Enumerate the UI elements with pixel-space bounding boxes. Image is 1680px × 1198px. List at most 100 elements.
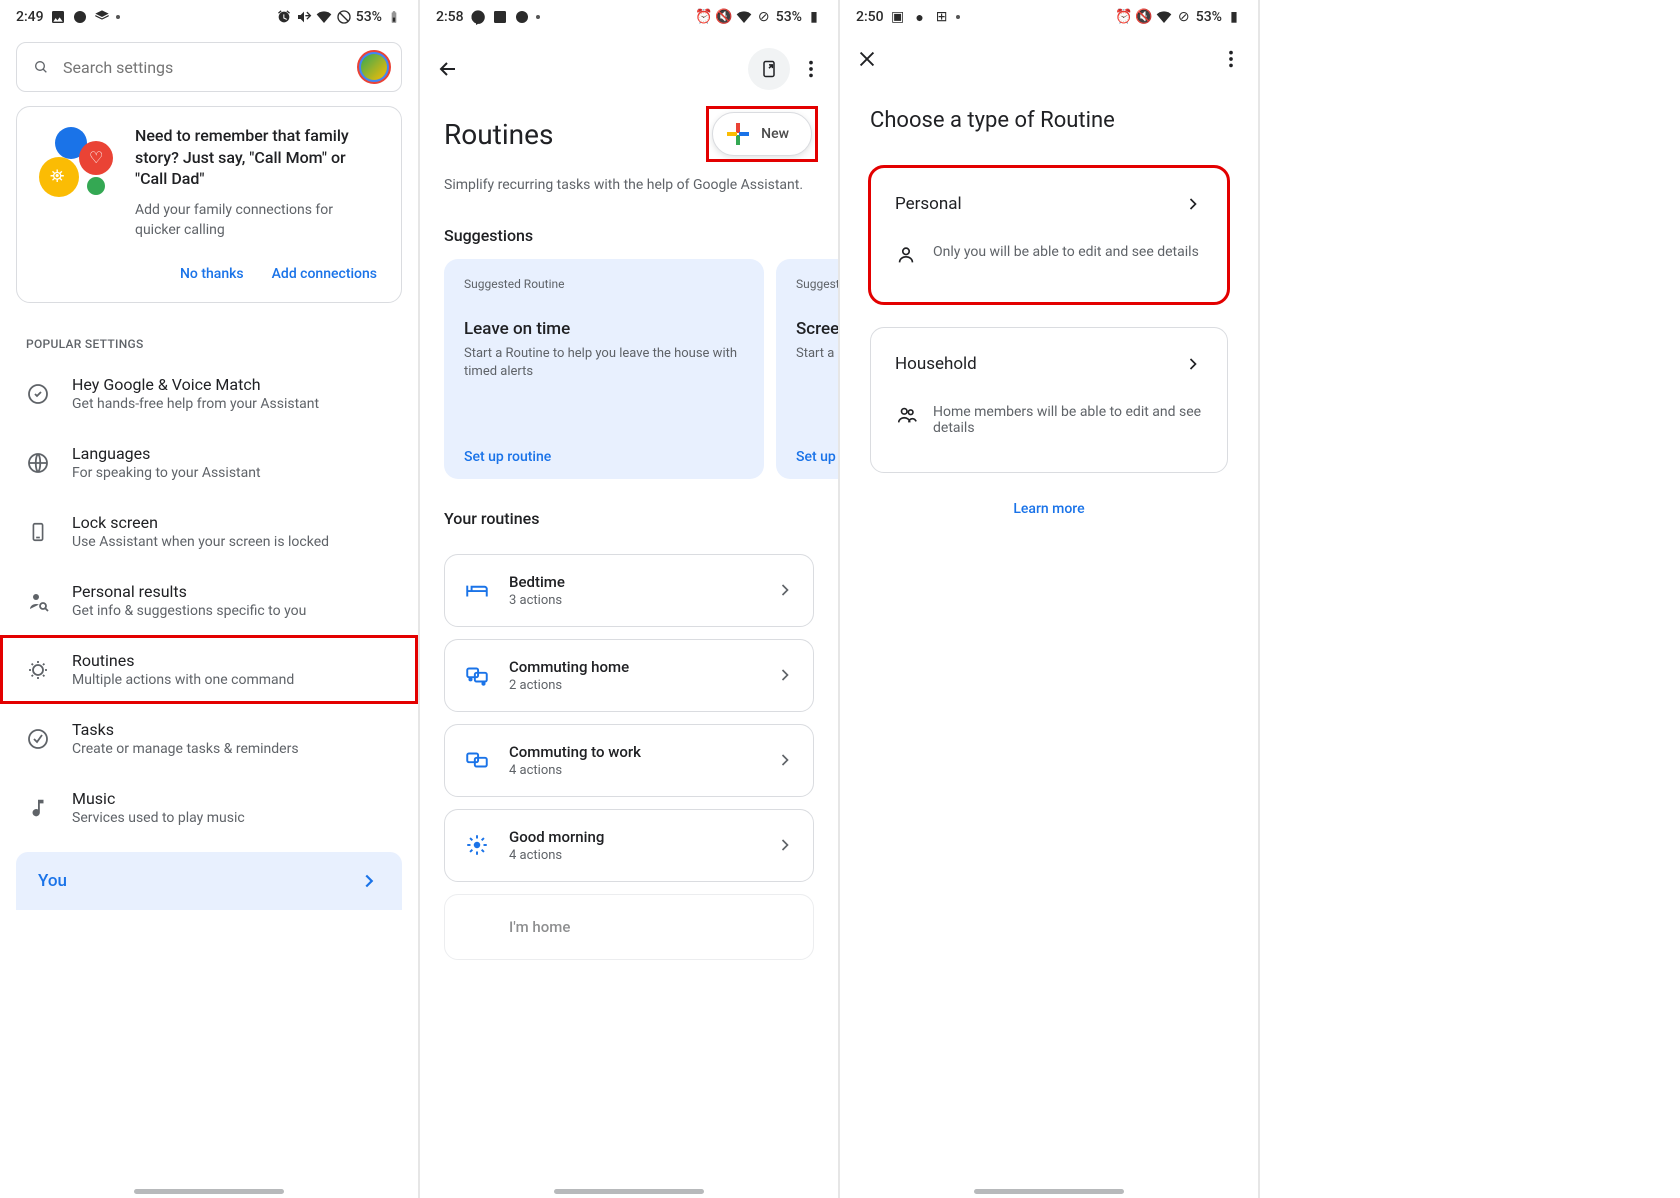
card-title: Need to remember that family story? Just… [135, 125, 381, 190]
routine-sub: 4 actions [509, 848, 757, 863]
back-button[interactable] [436, 57, 460, 81]
close-button[interactable] [856, 48, 878, 70]
setting-lock-screen[interactable]: Lock screenUse Assistant when your scree… [0, 497, 418, 566]
chevron-right-icon [358, 870, 380, 892]
you-label: You [38, 871, 67, 891]
nav-handle[interactable] [974, 1189, 1124, 1194]
card-subtitle: Add your family connections for quicker … [135, 200, 381, 241]
type-title: Household [895, 354, 977, 374]
item-sub: Get info & suggestions specific to you [72, 603, 306, 619]
new-routine-button[interactable]: New [712, 112, 812, 156]
status-bar: 2:58 ⏰ 🔇 ⊘ 53% ▮ [420, 0, 838, 34]
person-icon [895, 244, 917, 266]
routine-im-home[interactable]: I'm home [444, 894, 814, 960]
routine-type-household[interactable]: Household Home members will be able to e… [870, 327, 1228, 473]
new-label: New [761, 126, 789, 142]
messenger-icon [470, 9, 486, 25]
setting-music[interactable]: MusicServices used to play music [0, 773, 418, 842]
item-title: Routines [72, 651, 294, 670]
item-sub: Create or manage tasks & reminders [72, 741, 299, 757]
more-notifications-dot [536, 15, 540, 19]
photo-icon [492, 9, 508, 25]
chevron-right-icon [775, 665, 795, 685]
setting-hey-google[interactable]: Hey Google & Voice MatchGet hands-free h… [0, 359, 418, 428]
sports-icon: ● [912, 9, 928, 25]
routine-sub: 4 actions [509, 763, 757, 778]
alarm-icon: ⏰ [696, 9, 712, 25]
learn-more-link[interactable]: Learn more [1013, 501, 1084, 517]
search-icon [33, 59, 49, 75]
do-not-disturb-icon: ⊘ [1176, 9, 1192, 25]
overflow-menu-button[interactable] [1220, 48, 1242, 70]
item-title: Tasks [72, 720, 299, 739]
setting-personal-results[interactable]: Personal resultsGet info & suggestions s… [0, 566, 418, 635]
wifi-icon [1156, 9, 1172, 25]
card-eyebrow: Suggested Routine [464, 277, 744, 291]
set-up-routine-button[interactable]: Set up routine [796, 449, 838, 465]
routine-type-personal[interactable]: Personal Only you will be able to edit a… [870, 167, 1228, 303]
page-description: Simplify recurring tasks with the help o… [420, 162, 838, 196]
mute-icon: 🔇 [716, 9, 732, 25]
battery-percent: 53% [356, 9, 382, 25]
do-not-disturb-icon: ⊘ [756, 9, 772, 25]
routine-title: Bedtime [509, 573, 757, 591]
suggestion-card-screen-time[interactable]: Suggested Routine Screen time Start a ro… [776, 259, 838, 479]
card-desc: Start a routine with timed alerts [796, 345, 838, 363]
suggestion-card-leave-on-time[interactable]: Suggested Routine Leave on time Start a … [444, 259, 764, 479]
battery-icon: ▮ [1226, 9, 1242, 25]
more-notifications-dot [116, 15, 120, 19]
chevron-right-icon [1183, 354, 1203, 374]
avatar[interactable] [357, 50, 391, 84]
alarm-icon: ⏰ [1116, 9, 1132, 25]
routines-icon [26, 658, 50, 682]
sports-icon [514, 9, 530, 25]
chevron-right-icon [775, 750, 795, 770]
tasks-icon [26, 727, 50, 751]
type-desc: Home members will be able to edit and se… [933, 404, 1203, 436]
search-input[interactable] [63, 58, 343, 77]
no-thanks-button[interactable]: No thanks [176, 258, 248, 290]
overflow-menu-button[interactable] [800, 58, 822, 80]
chevron-right-icon [775, 580, 795, 600]
settings-search-bar[interactable] [16, 42, 402, 92]
card-desc: Start a Routine to help you leave the ho… [464, 345, 744, 381]
wifi-icon [736, 9, 752, 25]
wifi-icon [316, 9, 332, 25]
routine-commuting-work[interactable]: Commuting to work4 actions [444, 724, 814, 797]
item-sub: Get hands-free help from your Assistant [72, 396, 319, 412]
you-tab[interactable]: You [16, 852, 402, 910]
routine-commuting-home[interactable]: Commuting home2 actions [444, 639, 814, 712]
battery-percent: 53% [776, 9, 802, 25]
routine-bedtime[interactable]: Bedtime3 actions [444, 554, 814, 627]
screen-routines: 2:58 ⏰ 🔇 ⊘ 53% ▮ Routines [420, 0, 840, 1198]
nav-handle[interactable] [554, 1189, 704, 1194]
setting-languages[interactable]: LanguagesFor speaking to your Assistant [0, 428, 418, 497]
nav-handle[interactable] [134, 1189, 284, 1194]
phone-icon [26, 520, 50, 544]
layers-icon [94, 9, 110, 25]
alarm-icon [276, 9, 292, 25]
suggestions-heading: Suggestions [420, 196, 838, 259]
routine-sub: 2 actions [509, 678, 757, 693]
setting-tasks[interactable]: Tasks Create or manage tasks & reminders [0, 704, 418, 773]
clock: 2:50 [856, 9, 884, 25]
status-bar: 2:49 53% [0, 0, 418, 34]
photo-icon: ▣ [890, 9, 906, 25]
card-eyebrow: Suggested Routine [796, 277, 838, 291]
group-icon [895, 404, 917, 426]
type-desc: Only you will be able to edit and see de… [933, 244, 1199, 260]
mute-icon: 🔇 [1136, 9, 1152, 25]
photo-icon [50, 9, 66, 25]
suggestions-carousel[interactable]: Suggested Routine Leave on time Start a … [420, 259, 838, 479]
popular-settings-label: POPULAR SETTINGS [0, 337, 418, 351]
set-up-routine-button[interactable]: Set up routine [464, 449, 551, 465]
plus-icon [727, 123, 749, 145]
mute-icon [296, 9, 312, 25]
shortcut-button[interactable] [748, 48, 790, 90]
item-title: Music [72, 789, 245, 808]
setting-routines[interactable]: RoutinesMultiple actions with one comman… [0, 635, 418, 704]
add-connections-button[interactable]: Add connections [268, 258, 381, 290]
routine-good-morning[interactable]: Good morning4 actions [444, 809, 814, 882]
sun-icon [463, 831, 491, 859]
card-illustration: ♡ ⛯ [37, 125, 117, 205]
